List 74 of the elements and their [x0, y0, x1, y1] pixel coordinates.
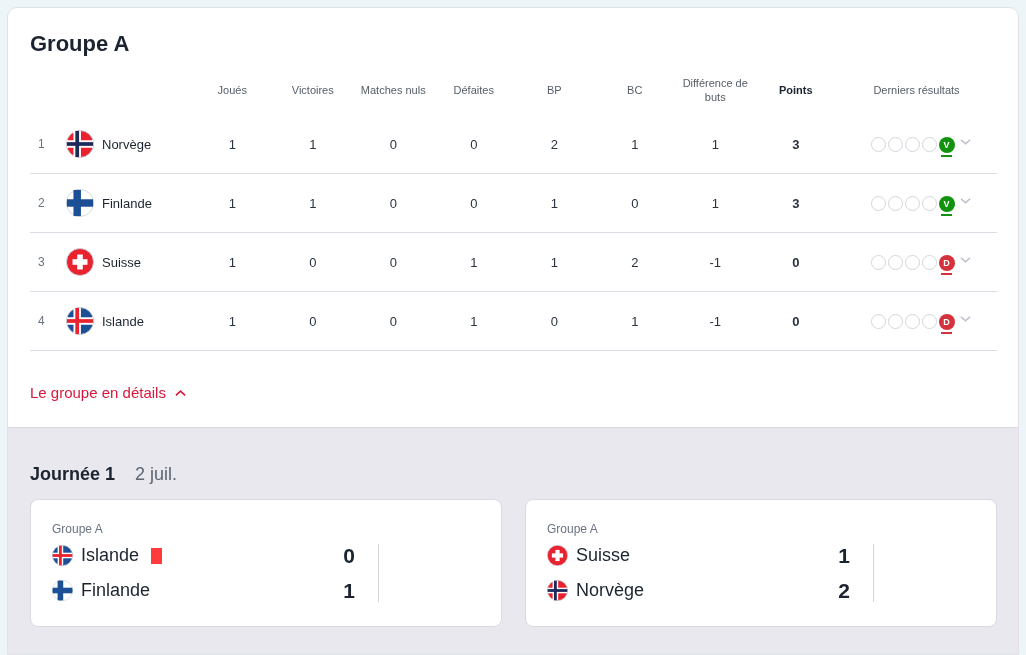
- stat-cell-text: 1: [710, 195, 720, 211]
- stat-cell-text: 1: [549, 195, 559, 211]
- stat-cell-text: 1: [630, 136, 640, 152]
- result-badge: D: [938, 313, 955, 330]
- rank-cell-text: 3: [37, 255, 46, 269]
- points-cell-text: 0: [791, 313, 801, 329]
- match-group-label: Groupe A: [547, 522, 599, 536]
- column-header: Derniers résultats: [872, 83, 961, 97]
- stat-cell-text: 0: [630, 195, 640, 211]
- group-details-link[interactable]: Le groupe en détails: [30, 384, 186, 401]
- match-card[interactable]: Groupe A Islande 0 Finlande 1: [30, 499, 502, 627]
- chevron-down-icon[interactable]: [959, 315, 971, 323]
- chevron-down-icon[interactable]: [959, 197, 971, 205]
- rank-cell-text: 2: [37, 196, 46, 210]
- team-name: Norvège: [576, 580, 645, 601]
- stat-cell-text: 1: [469, 254, 479, 270]
- stat-cell-text: 1: [549, 254, 559, 270]
- column-header: Points: [777, 83, 814, 97]
- rank-cell-text: 4: [37, 314, 46, 328]
- stat-cell-text: 0: [549, 313, 559, 329]
- points-cell-text: 3: [791, 136, 801, 152]
- result-badge: V: [938, 195, 955, 212]
- result-badge: V: [938, 136, 955, 153]
- chevron-up-icon[interactable]: [174, 388, 186, 397]
- score: 0: [343, 543, 355, 568]
- stat-cell-text: 1: [308, 195, 318, 211]
- points-cell-text: 3: [791, 195, 801, 211]
- stat-cell-text: -1: [708, 254, 723, 270]
- stat-cell-text: -1: [708, 313, 723, 329]
- column-header: Différence de buts: [681, 76, 749, 104]
- chevron-down-icon[interactable]: [959, 256, 971, 264]
- column-header: Matches nuls: [359, 83, 427, 97]
- stat-cell-text: 1: [308, 136, 318, 152]
- chevron-down-icon[interactable]: [959, 138, 971, 146]
- column-header: Joués: [216, 83, 248, 97]
- stat-cell-text: 0: [308, 313, 318, 329]
- stat-cell-text: 1: [227, 136, 237, 152]
- team-name[interactable]: Finlande: [102, 195, 152, 211]
- score: 2: [838, 578, 850, 603]
- stat-cell-text: 1: [710, 136, 720, 152]
- team-name[interactable]: Suisse: [102, 254, 142, 270]
- stat-cell-text: 1: [469, 313, 479, 329]
- stat-cell-text: 1: [227, 313, 237, 329]
- matchday-date: 2 juil.: [135, 464, 178, 485]
- match-group-label: Groupe A: [52, 522, 104, 536]
- stat-cell-text: 1: [227, 254, 237, 270]
- rank-cell-text: 1: [37, 137, 46, 151]
- stat-cell-text: 0: [388, 254, 398, 270]
- stat-cell-text: 2: [549, 136, 559, 152]
- team-name[interactable]: Islande: [102, 313, 144, 329]
- team-name: Suisse: [576, 545, 631, 566]
- column-header: Victoires: [290, 83, 335, 97]
- stat-cell-text: 0: [388, 195, 398, 211]
- matchday-title: Journée 1: [30, 464, 116, 485]
- match-card[interactable]: Groupe A Suisse 1 Norvège 2: [525, 499, 997, 627]
- score: 1: [343, 578, 355, 603]
- stat-cell-text: 0: [388, 136, 398, 152]
- stat-cell-text: 0: [388, 313, 398, 329]
- team-name[interactable]: Norvège: [102, 136, 152, 152]
- points-cell-text: 0: [791, 254, 801, 270]
- column-header: Défaites: [452, 83, 495, 97]
- team-name: Islande: [81, 545, 140, 566]
- stat-cell-text: 0: [469, 195, 479, 211]
- column-header: BP: [545, 83, 563, 97]
- column-header: BC: [626, 83, 644, 97]
- stat-cell-text: 1: [227, 195, 237, 211]
- result-badge: D: [938, 254, 955, 271]
- stat-cell-text: 0: [469, 136, 479, 152]
- group-title: Groupe A: [30, 30, 131, 58]
- stat-cell-text: 2: [630, 254, 640, 270]
- stat-cell-text: 1: [630, 313, 640, 329]
- team-name: Finlande: [81, 580, 151, 601]
- score: 1: [838, 543, 850, 568]
- stat-cell-text: 0: [308, 254, 318, 270]
